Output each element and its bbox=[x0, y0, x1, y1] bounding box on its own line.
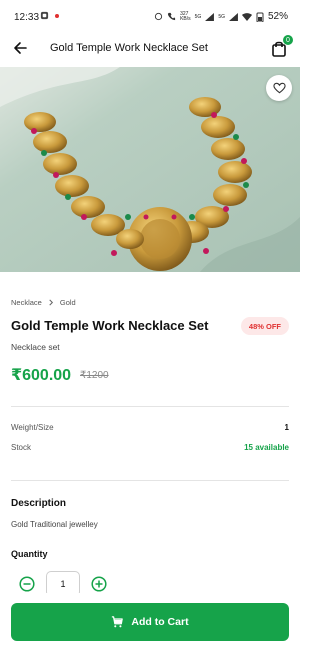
add-to-cart-button[interactable]: Add to Cart bbox=[11, 603, 289, 641]
system-nav-bar bbox=[0, 651, 300, 665]
product-title: Gold Temple Work Necklace Set bbox=[11, 318, 209, 333]
cart-count-badge: 0 bbox=[283, 35, 293, 45]
back-arrow-icon bbox=[14, 42, 27, 54]
status-notification-icons bbox=[40, 11, 60, 20]
chevron-right-icon bbox=[49, 299, 53, 306]
product-mrp: ₹1200 bbox=[80, 370, 109, 381]
battery-percent: 52% bbox=[267, 11, 288, 22]
necklace-illustration bbox=[0, 67, 300, 272]
breadcrumb-item-gold[interactable]: Gold bbox=[60, 298, 76, 307]
increase-quantity-button[interactable] bbox=[90, 575, 108, 593]
net-speed: 327 KB/s bbox=[180, 10, 191, 22]
spec-value-weight: 1 bbox=[284, 423, 289, 432]
battery-icon bbox=[256, 12, 264, 22]
shield-icon bbox=[40, 11, 49, 20]
product-image[interactable] bbox=[0, 67, 300, 272]
plus-circle-icon bbox=[91, 576, 107, 592]
net-type-2: 5G bbox=[218, 13, 225, 20]
app-bar: Gold Temple Work Necklace Set 0 bbox=[0, 34, 300, 64]
call-icon bbox=[167, 12, 176, 21]
cart-button[interactable]: 0 bbox=[268, 35, 293, 59]
app-bar-title: Gold Temple Work Necklace Set bbox=[50, 42, 208, 54]
heart-icon bbox=[272, 82, 286, 94]
product-price: ₹600.00 bbox=[11, 367, 72, 384]
status-system-icons: 327 KB/s 5G 5G 52% bbox=[154, 11, 288, 22]
description-title: Description bbox=[11, 498, 67, 509]
net-type-1: 5G bbox=[194, 13, 202, 20]
product-subtitle: Necklace set bbox=[11, 342, 60, 352]
discount-badge: 48% OFF bbox=[240, 317, 289, 335]
breadcrumb: Necklace Gold bbox=[11, 298, 76, 307]
spec-label-weight: Weight/Size bbox=[11, 423, 54, 432]
spec-value-stock: 15 available bbox=[244, 443, 289, 452]
divider bbox=[11, 480, 289, 481]
signal-icon bbox=[205, 12, 215, 21]
favorite-button[interactable] bbox=[266, 75, 292, 101]
minus-circle-icon bbox=[19, 576, 35, 592]
add-to-cart-label: Add to Cart bbox=[131, 616, 189, 628]
breadcrumb-item-necklace[interactable]: Necklace bbox=[11, 298, 42, 307]
status-bar: 12:33 327 KB/s 5G 5G 52% bbox=[0, 0, 300, 34]
bottom-action-bar: Add to Cart bbox=[0, 593, 300, 665]
spec-label-stock: Stock bbox=[11, 443, 32, 452]
alarm-icon bbox=[154, 12, 163, 21]
signal-icon-2 bbox=[229, 12, 238, 21]
cart-icon bbox=[112, 616, 124, 628]
divider bbox=[11, 406, 289, 407]
description-text: Gold Traditional jewelley bbox=[11, 520, 98, 529]
notification-dot-icon bbox=[55, 13, 59, 18]
status-time: 12:33 bbox=[14, 12, 40, 23]
back-button[interactable] bbox=[10, 38, 30, 58]
wifi-icon bbox=[241, 12, 252, 21]
quantity-title: Quantity bbox=[11, 549, 48, 559]
decrease-quantity-button[interactable] bbox=[18, 575, 36, 593]
